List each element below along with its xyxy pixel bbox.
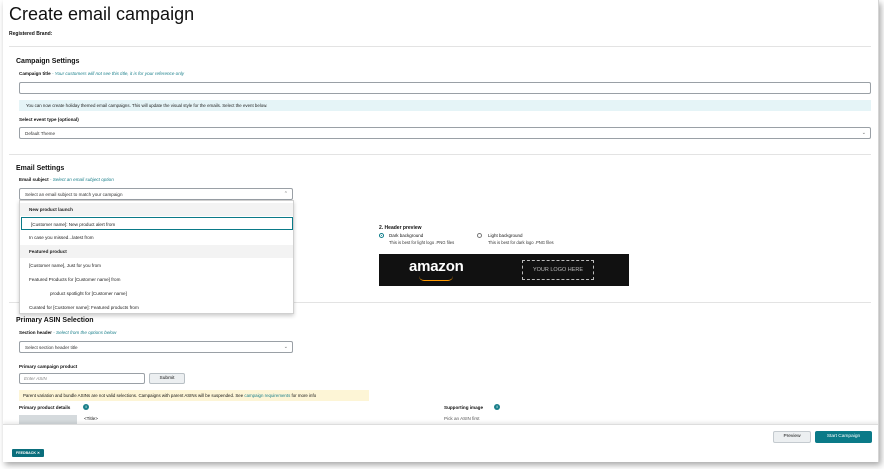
section-header-label: Section header - Select from the options…: [19, 330, 117, 335]
event-type-label: Select event type (optional): [19, 117, 79, 122]
primary-asin-section: Primary ASIN Selection Section header - …: [9, 302, 871, 424]
chevron-down-icon: ⌄: [283, 344, 288, 350]
dark-background-sub: This is best for light logo .PNG files: [389, 240, 455, 245]
dropdown-group-label: Featured product: [20, 245, 293, 258]
campaign-title-label: Campaign title - Your customers will not…: [19, 71, 185, 76]
amazon-logo: amazon: [409, 258, 464, 275]
preview-button[interactable]: Preview: [773, 431, 811, 443]
holiday-theme-info: You can now create holiday themed email …: [19, 100, 871, 111]
dark-background-radio[interactable]: [379, 233, 384, 238]
email-subject-hint: - Select an email subject option: [49, 177, 114, 182]
header-preview-banner: amazon YOUR LOGO HERE: [379, 254, 629, 286]
primary-asin-title: Primary ASIN Selection: [16, 317, 94, 324]
product-details-label: Primary product details: [19, 405, 71, 410]
dropdown-option[interactable]: Curated for [Customer name]: Featured pr…: [20, 301, 293, 314]
campaign-title-input[interactable]: [19, 82, 871, 94]
dropdown-option[interactable]: In case you missed...latest from: [20, 231, 293, 244]
campaign-settings-section: Campaign Settings Campaign title - Your …: [9, 46, 871, 154]
primary-product-label: Primary campaign product: [19, 364, 78, 369]
start-campaign-button[interactable]: Start Campaign: [815, 431, 872, 443]
asin-input[interactable]: Enter ASIN: [19, 373, 145, 384]
header-preview-label: 2. Header preview: [379, 225, 422, 231]
dropdown-group-label: New product launch: [20, 203, 293, 216]
info-icon[interactable]: i: [83, 404, 89, 410]
submit-asin-button[interactable]: Submit: [149, 373, 185, 384]
dark-background-label: Dark background: [389, 233, 424, 238]
supporting-image-label: Supporting image: [444, 405, 484, 410]
amazon-smile-icon: [419, 276, 453, 281]
light-background-radio[interactable]: [477, 233, 482, 238]
email-subject-select[interactable]: Select an email subject to match your ca…: [19, 188, 293, 200]
email-subject-dropdown: New product launch [Customer name]: New …: [19, 200, 294, 314]
campaign-page: Create email campaign Registered Brand: …: [3, 0, 879, 462]
campaign-settings-title: Campaign Settings: [16, 58, 80, 65]
campaign-requirements-link[interactable]: campaign requirements: [244, 393, 290, 398]
product-title-placeholder: <Title>: [84, 416, 98, 421]
dropdown-option[interactable]: [Customer name]: New product alert from: [21, 217, 293, 230]
footer-bar: Preview Start Campaign: [3, 424, 878, 462]
section-header-select[interactable]: Select section header title ⌄: [19, 341, 293, 353]
chevron-up-icon: ⌃: [283, 191, 288, 197]
chevron-down-icon: ⌄: [861, 130, 866, 136]
dropdown-option[interactable]: Featured Products for [Customer name] fr…: [20, 273, 293, 286]
event-type-select[interactable]: Default Theme ⌄: [19, 127, 871, 139]
light-background-sub: This is best for dark logo .PNG files: [488, 240, 554, 245]
supporting-image-hint: Pick an ASIN first: [444, 416, 480, 421]
asin-warning: Parent variation and bundle ASINs are no…: [19, 390, 369, 401]
light-background-label: Light background: [488, 233, 523, 238]
registered-brand-label: Registered Brand:: [9, 31, 53, 37]
info-icon[interactable]: i: [494, 404, 500, 410]
section-header-hint: - Select from the options below: [53, 330, 117, 335]
email-settings-title: Email Settings: [16, 165, 65, 172]
dropdown-option[interactable]: [Customer name], Just for you from: [20, 259, 293, 272]
feedback-button[interactable]: FEEDBACK ✕: [12, 449, 44, 457]
page-title: Create email campaign: [9, 4, 195, 24]
logo-placeholder: YOUR LOGO HERE: [522, 260, 594, 280]
campaign-title-hint: - Your customers will not see this title…: [51, 71, 185, 76]
dropdown-option[interactable]: product spotlight for [Customer name]: [20, 287, 293, 300]
email-subject-label: Email subject - Select an email subject …: [19, 177, 114, 182]
